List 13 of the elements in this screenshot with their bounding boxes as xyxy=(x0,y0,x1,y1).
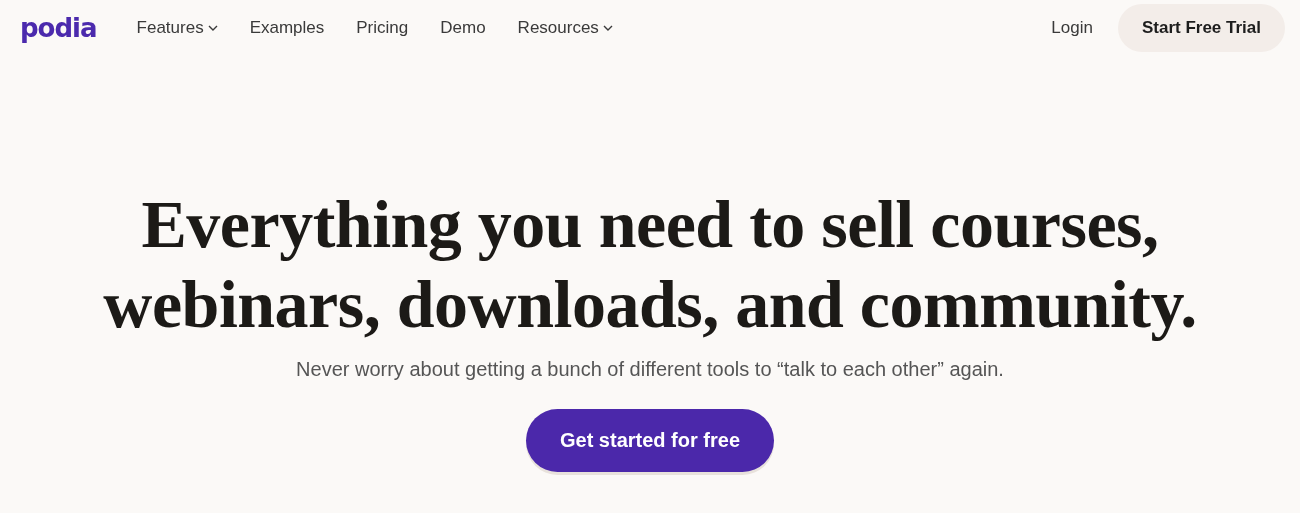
chevron-down-icon xyxy=(602,25,613,31)
nav-link[interactable]: Examples xyxy=(249,18,325,38)
hero-subtitle: Never worry about getting a bunch of different tools to “talk to each other” again. xyxy=(296,358,1004,381)
login-link[interactable]: Login xyxy=(1051,18,1093,38)
podia-logo[interactable]: podia xyxy=(20,15,97,41)
hero-headline: Everything you need to sell courses, webinars, downloads, and community. xyxy=(103,185,1197,344)
nav-link[interactable]: Demo xyxy=(440,18,486,38)
chevron-down-icon xyxy=(207,25,218,31)
nav-link[interactable]: Pricing xyxy=(356,18,409,38)
get-started-button[interactable]: Get started for free xyxy=(525,409,775,472)
nav-link[interactable]: Resources xyxy=(517,18,613,38)
start-trial-button[interactable]: Start Free Trial xyxy=(1117,4,1285,52)
nav-link[interactable]: Features xyxy=(136,18,218,38)
